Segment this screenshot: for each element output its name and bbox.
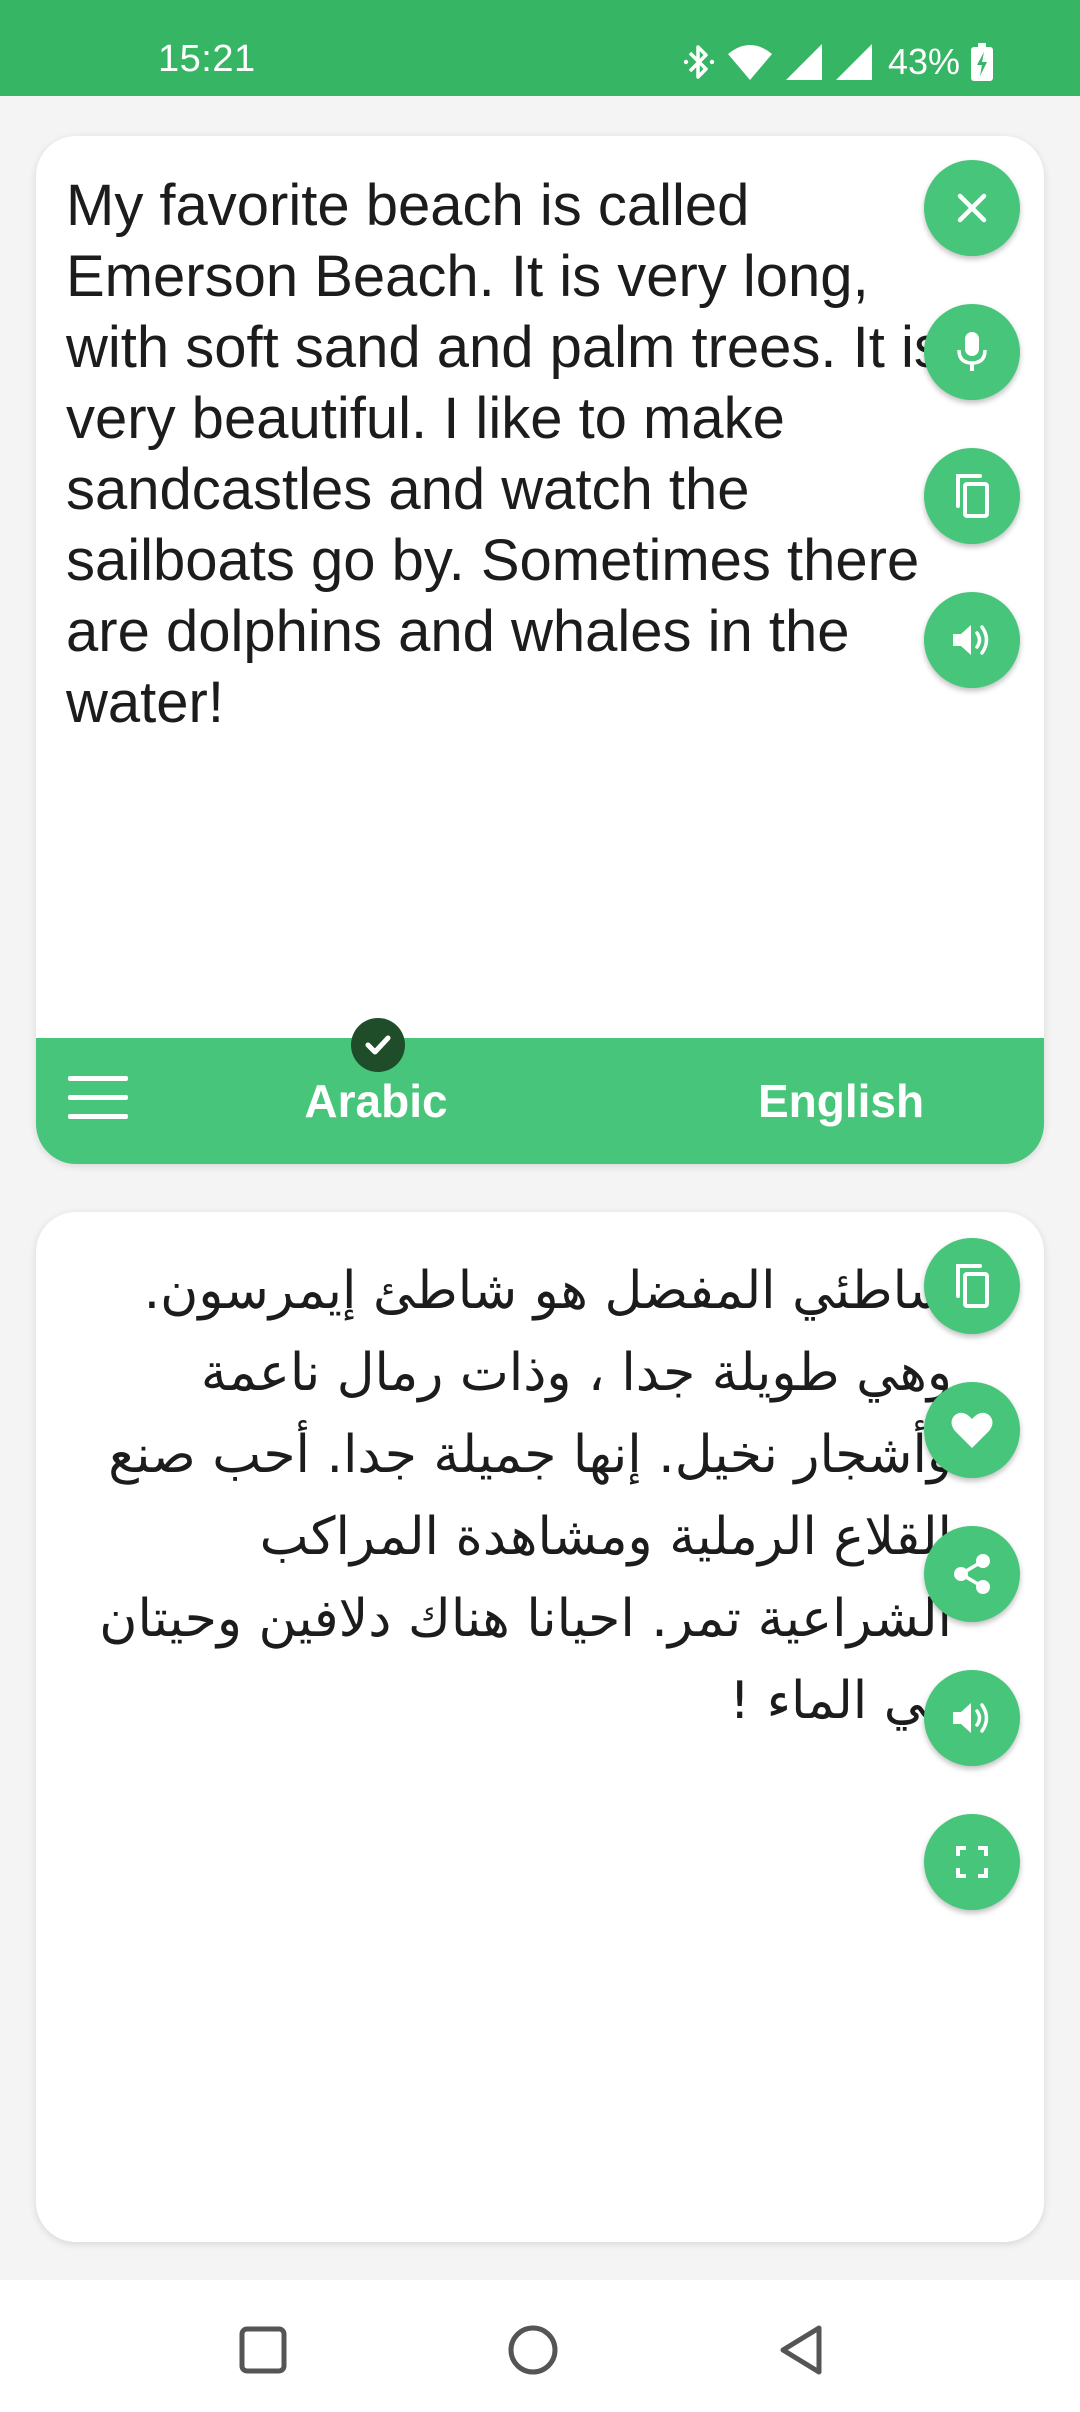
- home-icon: [508, 2325, 558, 2375]
- fullscreen-icon: [956, 1846, 988, 1878]
- copy-translation-button[interactable]: [924, 1238, 1020, 1334]
- battery-charging-icon: [971, 43, 993, 81]
- menu-icon[interactable]: [68, 1076, 128, 1126]
- clear-button[interactable]: [924, 160, 1020, 256]
- translated-text: شاطئي المفضل هو شاطئ إيمرسون. وهي طويلة …: [99, 1261, 952, 1731]
- home-button[interactable]: [503, 2320, 563, 2380]
- recents-icon: [239, 2326, 287, 2374]
- back-icon: [780, 2325, 822, 2375]
- signal-icon: [835, 44, 872, 80]
- microphone-icon: [957, 332, 987, 371]
- check-icon: [365, 1035, 391, 1055]
- fullscreen-button[interactable]: [924, 1814, 1020, 1910]
- battery-percent: 43%: [887, 41, 960, 82]
- status-icons: 43%: [682, 40, 994, 84]
- recents-button[interactable]: [233, 2320, 293, 2380]
- speaker-icon: [953, 1703, 989, 1733]
- share-icon: [954, 1554, 990, 1594]
- speak-translation-button[interactable]: [924, 1670, 1020, 1766]
- microphone-button[interactable]: [924, 304, 1020, 400]
- favorite-button[interactable]: [924, 1382, 1020, 1478]
- copy-source-button[interactable]: [924, 448, 1020, 544]
- wifi-icon: [727, 45, 772, 80]
- heart-icon: [951, 1412, 993, 1448]
- language-bar: Arabic English: [36, 1038, 1044, 1164]
- bluetooth-icon: [683, 45, 715, 79]
- source-language-button[interactable]: Arabic: [276, 1074, 476, 1128]
- translation-card: شاطئي المفضل هو شاطئ إيمرسون. وهي طويلة …: [36, 1212, 1044, 2242]
- share-button[interactable]: [924, 1526, 1020, 1622]
- status-time: 15:21: [158, 38, 256, 80]
- speaker-icon: [953, 625, 989, 655]
- copy-icon: [956, 474, 989, 518]
- status-bar: 15:21 43%: [0, 0, 1080, 96]
- back-button[interactable]: [773, 2320, 833, 2380]
- target-language-button[interactable]: English: [726, 1074, 956, 1128]
- source-text[interactable]: My favorite beach is called Emerson Beac…: [66, 170, 946, 738]
- close-icon: [957, 193, 987, 223]
- speak-source-button[interactable]: [924, 592, 1020, 688]
- navigation-bar: [0, 2280, 1080, 2412]
- signal-icon: [785, 44, 822, 80]
- source-card: My favorite beach is called Emerson Beac…: [36, 136, 1044, 1164]
- copy-icon: [956, 1264, 989, 1308]
- selected-language-indicator: [351, 1018, 405, 1072]
